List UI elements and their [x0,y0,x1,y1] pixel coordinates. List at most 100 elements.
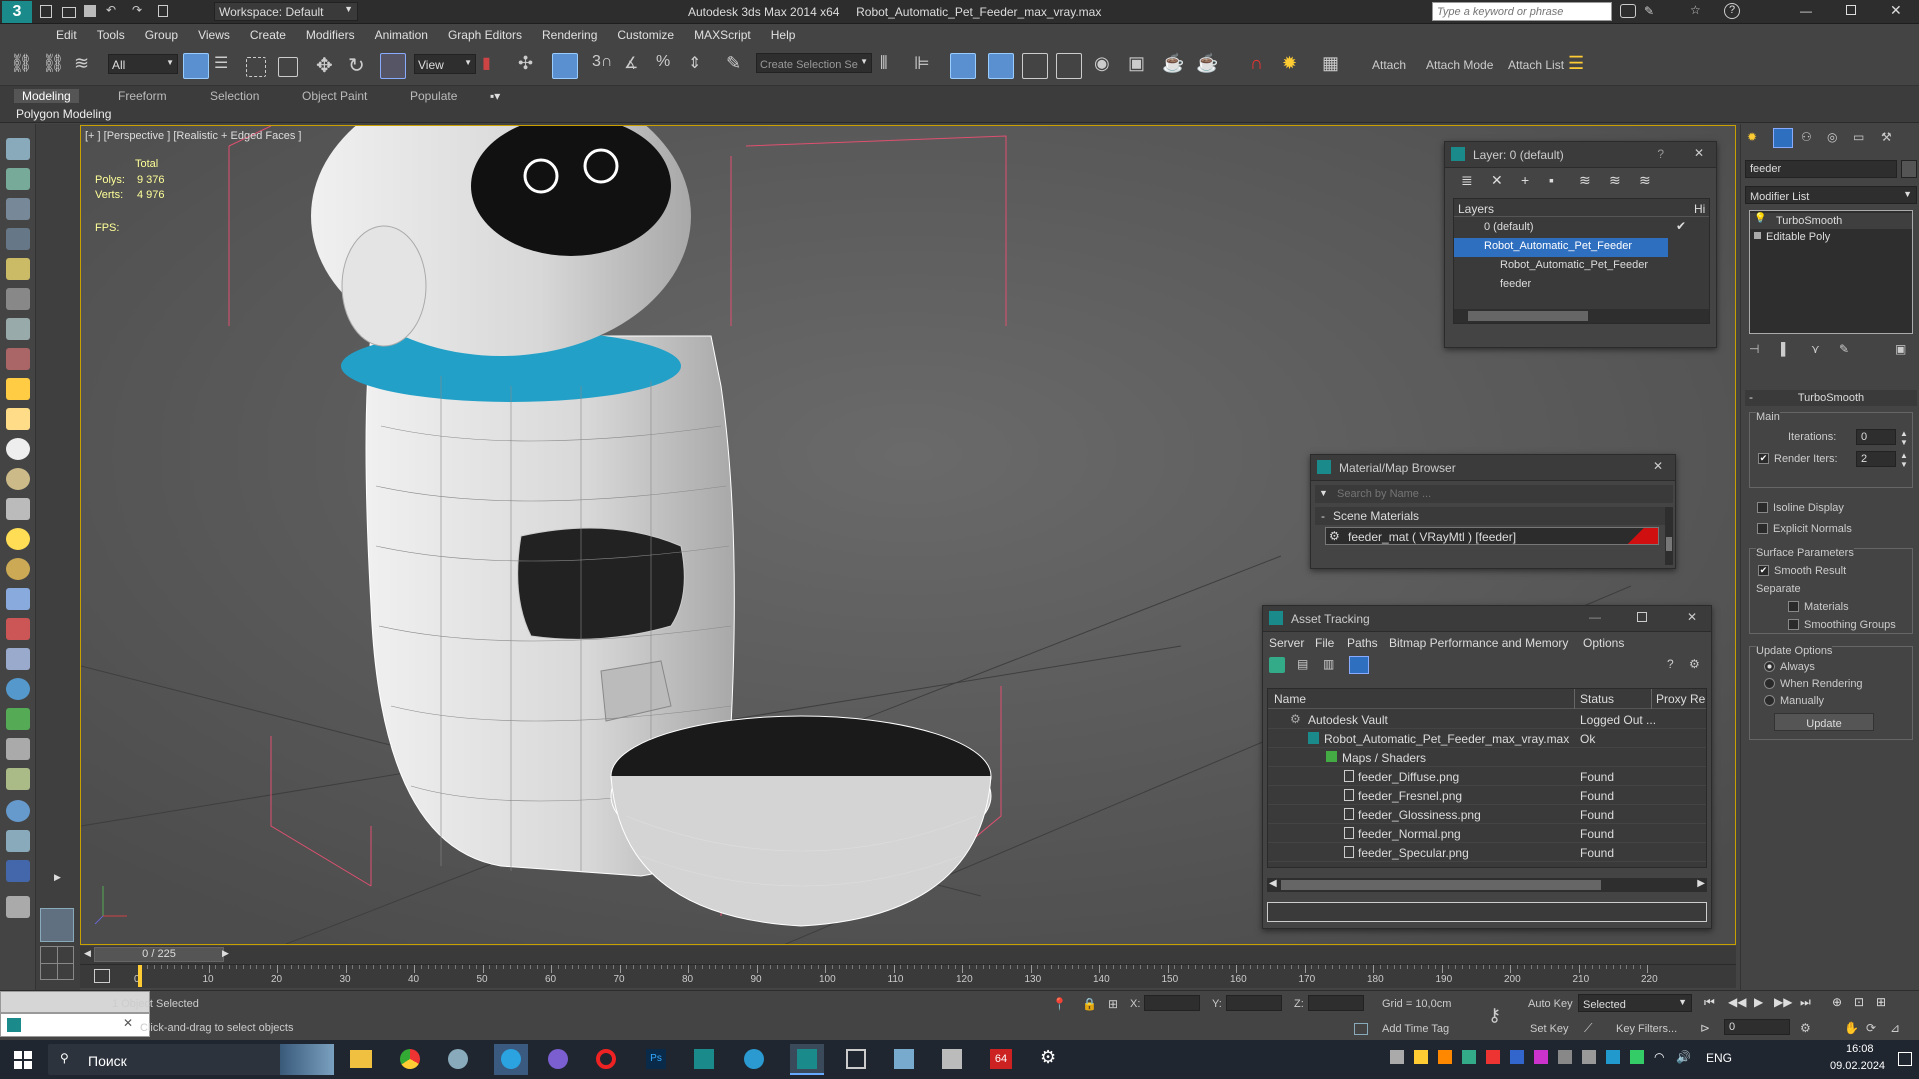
material-search[interactable]: ▼ [1315,485,1673,503]
material-item[interactable]: ⚙ feeder_mat ( VRayMtl ) [feeder] [1325,527,1659,545]
spinner-arrows-icon[interactable]: ▲ ▼ [1900,451,1908,469]
zoom-region-icon[interactable]: ⊡ [1854,995,1864,1009]
app-logo-icon[interactable]: 3 [2,1,32,23]
hide-column[interactable]: Hi [1694,202,1705,216]
key-filters-button[interactable]: Key Filters... [1616,1023,1677,1035]
layer-row[interactable]: Robot_Automatic_Pet_Feeder [1454,238,1668,257]
mirror-icon[interactable]: ⫴ [880,53,906,79]
menu-customize[interactable]: Customize [607,24,684,42]
close-icon[interactable]: ✕ [1694,146,1704,160]
close-icon[interactable]: ✕ [123,1016,133,1030]
when-rendering-radio[interactable] [1764,678,1775,689]
rendered-frame-icon[interactable]: ☕ [1162,53,1188,79]
layout-icon[interactable] [6,228,30,250]
undo-icon[interactable]: ↶ [106,3,116,17]
next-frame-icon[interactable]: ▶ [222,948,229,959]
column-proxy[interactable]: Proxy Re [1656,692,1705,706]
printer-icon[interactable] [942,1049,962,1069]
asset-menu-server[interactable]: Server [1269,636,1304,650]
notepad-icon[interactable] [894,1049,914,1069]
viber-icon[interactable] [548,1049,568,1069]
particle-icon[interactable] [6,618,30,640]
field-of-view-icon[interactable]: ⊿ [1890,1021,1900,1035]
z-coordinate-field[interactable] [1308,995,1364,1011]
new-file-icon[interactable] [40,5,52,18]
key-icon[interactable]: ⚷ [1488,1005,1501,1026]
xref-icon[interactable] [6,830,30,852]
ribbon-tab-object-paint[interactable]: Object Paint [302,89,367,103]
settings-icon[interactable]: ⚙ [1040,1047,1056,1068]
rollout-title-bar[interactable]: - TurboSmooth [1745,390,1917,406]
make-unique-icon[interactable]: ⋎ [1811,342,1820,356]
grass-icon[interactable] [6,708,30,730]
x-coordinate-field[interactable] [1144,995,1200,1011]
teapot-icon[interactable] [6,138,30,160]
object-name-field[interactable] [1745,160,1897,178]
tray-icon[interactable] [1438,1050,1452,1064]
panel-icon[interactable] [6,198,30,220]
add-to-layer-icon[interactable]: + [1521,172,1529,188]
object-color-swatch[interactable] [1901,160,1917,178]
snaps-toggle-icon[interactable]: 3∩ [592,53,618,79]
graphite-toggle-icon[interactable] [988,53,1014,79]
photoshop-icon[interactable]: Ps [646,1049,666,1069]
notifications-icon[interactable] [1898,1052,1912,1066]
layer-row[interactable]: 0 (default) ✔ [1454,219,1709,238]
asset-menu-file[interactable]: File [1315,636,1334,650]
attach-stack-icon[interactable]: ☰ [1568,53,1594,79]
tray-icon[interactable] [1414,1050,1428,1064]
angle-snap-icon[interactable]: ∡ [624,53,650,79]
curve-editor-icon[interactable] [1022,53,1048,79]
menu-animation[interactable]: Animation [365,24,438,42]
pan-icon[interactable]: ✋ [1844,1021,1859,1035]
steam-icon[interactable] [448,1049,468,1069]
wifi-icon[interactable]: ◠ [1654,1050,1664,1064]
stack-item-editable-poly[interactable]: Editable Poly [1750,229,1912,245]
app-64-icon[interactable]: 64 [990,1049,1012,1069]
hide-all-icon[interactable]: ≋ [1609,172,1621,189]
tray-icon[interactable] [1630,1050,1644,1064]
torus-icon[interactable] [6,468,30,490]
layers-column[interactable]: Layers [1458,202,1494,216]
tray-icon[interactable] [1558,1050,1572,1064]
current-frame-marker[interactable] [138,965,142,987]
close-icon[interactable]: ✕ [1653,459,1663,473]
menu-graph-editors[interactable]: Graph Editors [438,24,532,42]
workspace-dropdown[interactable]: Workspace: Default ▼ [214,2,358,21]
open-file-icon[interactable] [62,7,76,18]
sun-icon[interactable] [6,528,30,550]
checker-icon[interactable]: ▦ [1322,53,1348,79]
cone-icon[interactable] [6,498,30,520]
help-search-input[interactable] [1433,3,1611,20]
time-tag-icon[interactable] [1354,1023,1368,1035]
material-editor-icon[interactable]: ◉ [1094,53,1120,79]
asset-menu-bitmap[interactable]: Bitmap Performance and Memory [1389,636,1568,650]
3dsmax-active-icon[interactable] [790,1044,824,1075]
rotate-icon[interactable]: ↻ [348,53,374,79]
remove-modifier-icon[interactable]: ✎ [1839,342,1849,356]
time-slider[interactable]: ◀ 0 / 225 ▶ [80,946,1736,964]
clock-time[interactable]: 16:08 [1846,1043,1874,1055]
telegram-icon[interactable] [494,1044,528,1075]
delete-layer-icon[interactable]: ✕ [1491,172,1503,189]
isoline-checkbox[interactable] [1757,502,1768,513]
time-slider-thumb[interactable]: 0 / 225 [94,947,224,962]
hold-icon[interactable] [158,5,168,17]
prev-key-icon[interactable]: ◀◀ [1728,995,1746,1009]
rig-icon[interactable] [6,348,30,370]
set-key-button[interactable]: Set Key [1530,1023,1569,1035]
smoothing-groups-checkbox[interactable] [1788,619,1799,630]
ribbon-tab-freeform[interactable]: Freeform [118,89,167,103]
key-mode-toggle-icon[interactable]: ⊳ [1700,1021,1710,1035]
track-view-icon[interactable] [94,969,110,983]
single-viewport-icon[interactable] [40,908,74,942]
rectangular-selection-icon[interactable] [246,57,266,77]
opera-icon[interactable] [596,1049,616,1069]
bulb-icon[interactable] [6,258,30,280]
select-by-name-icon[interactable]: ☰ [214,53,240,79]
display-tab-icon[interactable]: ▭ [1853,130,1864,144]
plane-icon[interactable] [6,378,30,400]
schematic-view-icon[interactable] [1056,53,1082,79]
collapse-icon[interactable]: - [1321,509,1325,523]
modifier-list-dropdown[interactable]: Modifier List ▼ [1745,186,1917,204]
